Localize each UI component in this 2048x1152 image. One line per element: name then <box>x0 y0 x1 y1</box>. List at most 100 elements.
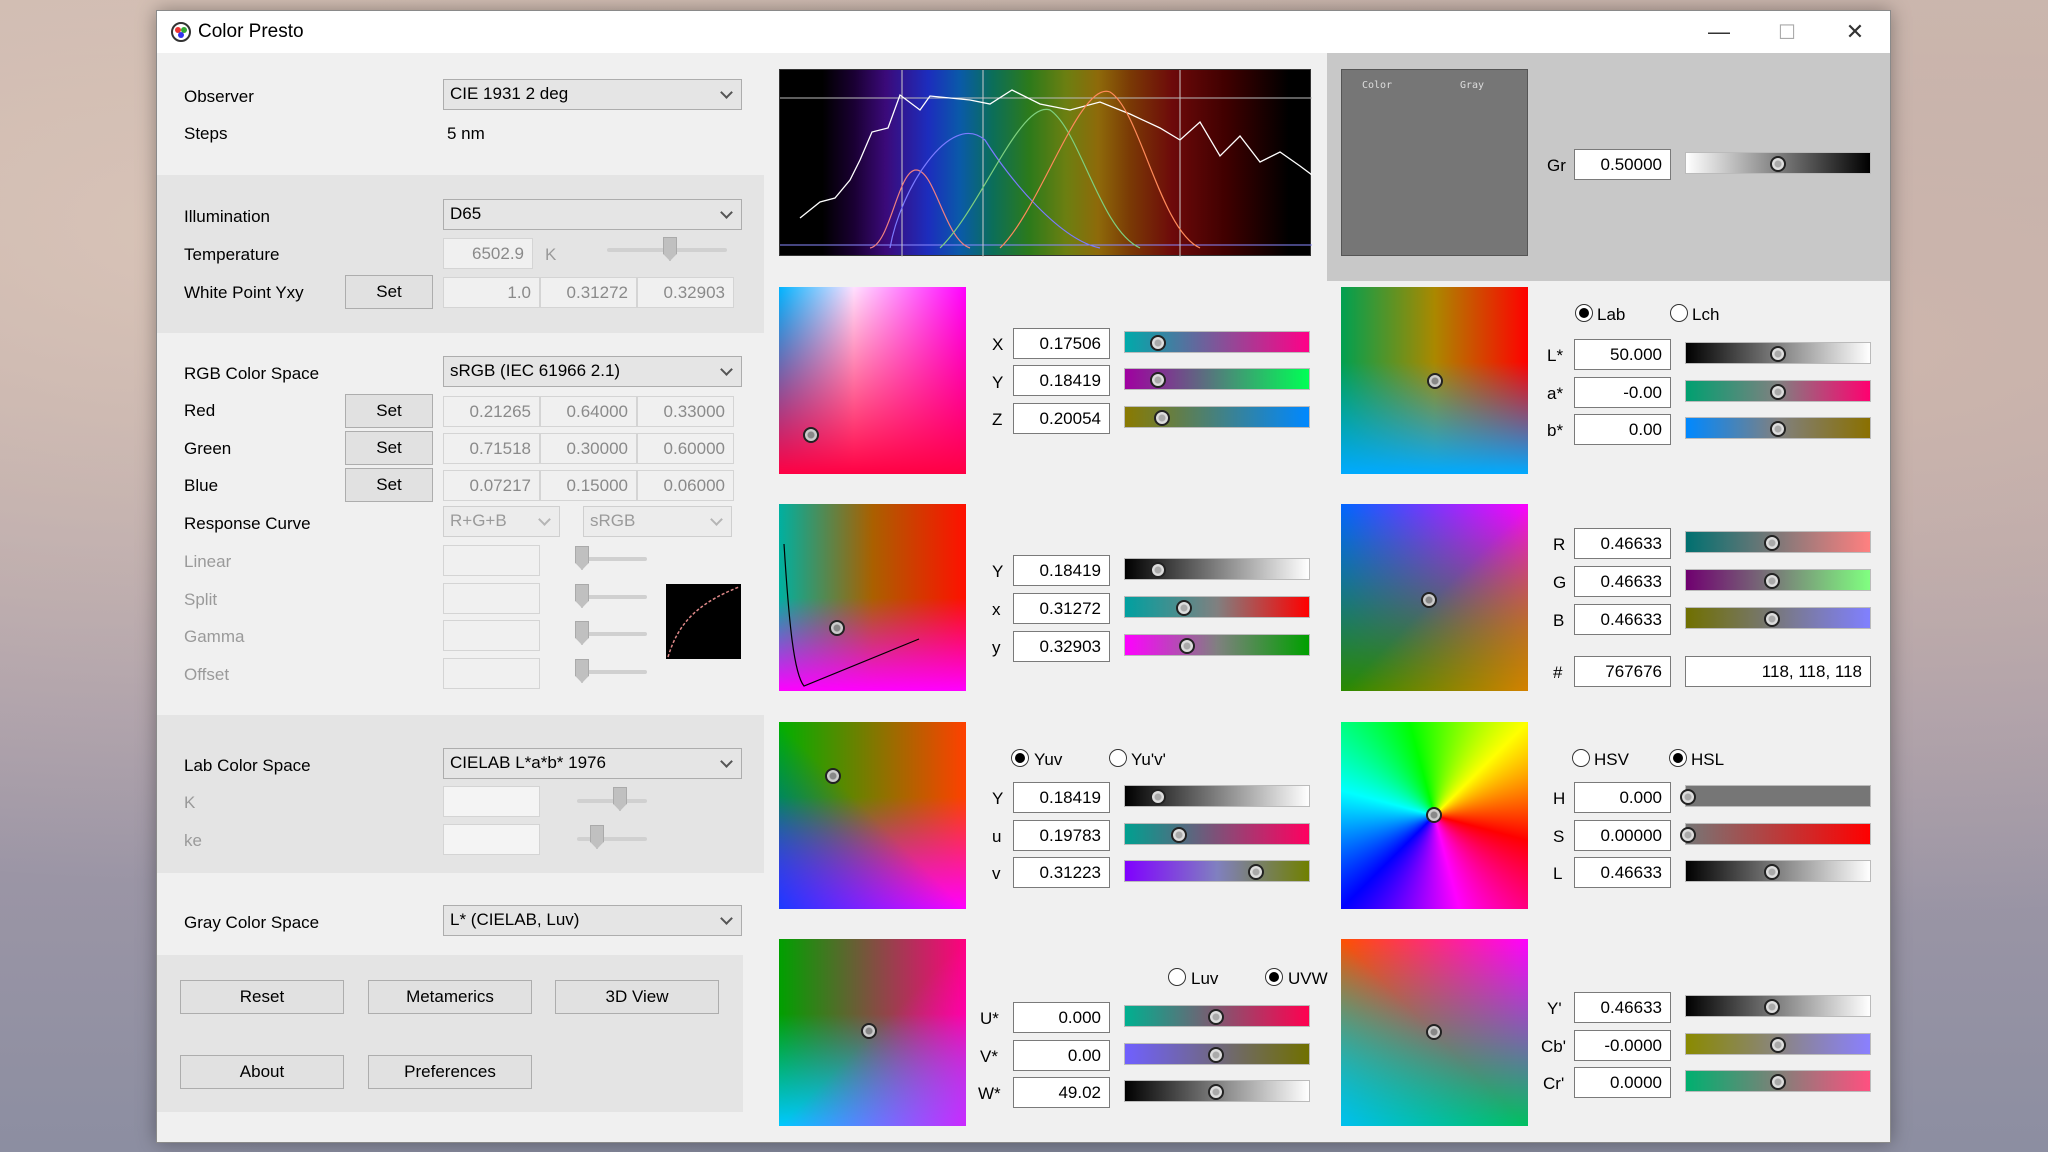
yuv-v-slider[interactable] <box>1124 860 1310 882</box>
uvw-color-plane[interactable] <box>779 939 966 1126</box>
gr-slider[interactable] <box>1685 152 1871 174</box>
yupvp-radio[interactable] <box>1109 749 1127 767</box>
hsl-color-plane[interactable] <box>1341 722 1528 909</box>
xyz-Y-knob[interactable] <box>1150 372 1166 388</box>
yuv-u-knob[interactable] <box>1171 827 1187 843</box>
linear-field[interactable] <box>443 545 540 576</box>
rgb-B-field[interactable]: 0.46633 <box>1574 604 1671 635</box>
white-point-x-field[interactable]: 0.31272 <box>540 277 637 308</box>
offset-thumb[interactable] <box>575 659 589 683</box>
lab-b-field[interactable]: 0.00 <box>1574 414 1671 445</box>
gr-field[interactable]: 0.50000 <box>1574 149 1671 180</box>
gamma-field[interactable] <box>443 620 540 651</box>
white-point-y-field[interactable]: 0.32903 <box>637 277 734 308</box>
white-point-Y-field[interactable]: 1.0 <box>443 277 540 308</box>
reset-button[interactable]: Reset <box>180 980 344 1014</box>
ycbcr-Cb-field[interactable]: -0.0000 <box>1574 1030 1671 1061</box>
rgb-G-field[interactable]: 0.46633 <box>1574 566 1671 597</box>
yuv-u-field[interactable]: 0.19783 <box>1013 820 1110 851</box>
about-button[interactable]: About <box>180 1055 344 1089</box>
hsl-H-knob[interactable] <box>1680 789 1696 805</box>
luv-radio[interactable] <box>1168 968 1186 986</box>
response-curve-select[interactable]: sRGB <box>583 506 732 537</box>
hsl-S-slider[interactable] <box>1680 823 1871 845</box>
red-x-field[interactable]: 0.64000 <box>540 396 637 427</box>
yxy-y-field[interactable]: 0.32903 <box>1013 631 1110 662</box>
ycbcr-Y-knob[interactable] <box>1764 999 1780 1015</box>
hsl-S-knob[interactable] <box>1680 827 1696 843</box>
lab-L-knob[interactable] <box>1770 346 1786 362</box>
red-set-button[interactable]: Set <box>345 394 433 428</box>
red-y-field[interactable]: 0.33000 <box>637 396 734 427</box>
lab-plane-marker[interactable] <box>1427 373 1443 389</box>
yxy-y-slider[interactable] <box>1124 634 1310 656</box>
lab-b-knob[interactable] <box>1770 421 1786 437</box>
hex-field[interactable]: 767676 <box>1574 656 1671 687</box>
gr-slider-knob[interactable] <box>1770 156 1786 172</box>
minimize-icon[interactable]: — <box>1685 11 1753 53</box>
blue-Y-field[interactable]: 0.07217 <box>443 470 540 501</box>
xyz-X-field[interactable]: 0.17506 <box>1013 328 1110 359</box>
xyz-Z-slider[interactable] <box>1124 406 1310 428</box>
ycbcr-Cb-knob[interactable] <box>1770 1037 1786 1053</box>
hsl-S-field[interactable]: 0.00000 <box>1574 820 1671 851</box>
k-slider[interactable] <box>577 799 647 803</box>
3d-view-button[interactable]: 3D View <box>555 980 719 1014</box>
k-field[interactable] <box>443 786 540 817</box>
yxy-x-knob[interactable] <box>1176 600 1192 616</box>
green-y-field[interactable]: 0.60000 <box>637 433 734 464</box>
rgb-plane-marker[interactable] <box>1421 592 1437 608</box>
xyz-plane-marker[interactable] <box>803 427 819 443</box>
observer-select[interactable]: CIE 1931 2 deg <box>443 79 742 110</box>
red-Y-field[interactable]: 0.21265 <box>443 396 540 427</box>
xyz-Z-field[interactable]: 0.20054 <box>1013 403 1110 434</box>
gamma-thumb[interactable] <box>575 621 589 645</box>
ke-slider[interactable] <box>577 837 647 841</box>
yxy-x-field[interactable]: 0.31272 <box>1013 593 1110 624</box>
yuv-plane-marker[interactable] <box>825 768 841 784</box>
xyz-X-slider[interactable] <box>1124 331 1310 353</box>
yxy-x-slider[interactable] <box>1124 596 1310 618</box>
xyz-Z-knob[interactable] <box>1154 410 1170 426</box>
temperature-field[interactable]: 6502.9 <box>443 238 533 269</box>
rgb-R-knob[interactable] <box>1764 535 1780 551</box>
illumination-select[interactable]: D65 <box>443 199 742 230</box>
yuv-color-plane[interactable] <box>779 722 966 909</box>
lab-L-field[interactable]: 50.000 <box>1574 339 1671 370</box>
hsl-H-slider[interactable] <box>1680 785 1871 807</box>
rgb-B-knob[interactable] <box>1764 611 1780 627</box>
rgb-B-slider[interactable] <box>1685 607 1871 629</box>
lab-a-knob[interactable] <box>1770 384 1786 400</box>
yxy-plane-marker[interactable] <box>829 620 845 636</box>
uvw-W-field[interactable]: 49.02 <box>1013 1077 1110 1108</box>
hsl-radio[interactable] <box>1669 749 1687 767</box>
uvw-V-knob[interactable] <box>1208 1047 1224 1063</box>
blue-x-field[interactable]: 0.15000 <box>540 470 637 501</box>
yxy-Y-field[interactable]: 0.18419 <box>1013 555 1110 586</box>
uvw-U-knob[interactable] <box>1208 1009 1224 1025</box>
lab-radio[interactable] <box>1575 304 1593 322</box>
yxy-Y-knob[interactable] <box>1150 562 1166 578</box>
green-set-button[interactable]: Set <box>345 431 433 465</box>
uvw-W-slider[interactable] <box>1124 1080 1310 1102</box>
close-icon[interactable]: ✕ <box>1821 11 1889 53</box>
uvw-V-slider[interactable] <box>1124 1043 1310 1065</box>
blue-set-button[interactable]: Set <box>345 468 433 502</box>
yuv-v-knob[interactable] <box>1248 864 1264 880</box>
uvw-radio[interactable] <box>1265 968 1283 986</box>
ycbcr-Cb-slider[interactable] <box>1685 1033 1871 1055</box>
yuv-radio[interactable] <box>1011 749 1029 767</box>
rgb-space-select[interactable]: sRGB (IEC 61966 2.1) <box>443 356 742 387</box>
uvw-plane-marker[interactable] <box>861 1023 877 1039</box>
linear-thumb[interactable] <box>575 546 589 570</box>
offset-field[interactable] <box>443 658 540 689</box>
ycbcr-plane-marker[interactable] <box>1426 1024 1442 1040</box>
lch-radio[interactable] <box>1670 304 1688 322</box>
ycbcr-Cr-knob[interactable] <box>1770 1074 1786 1090</box>
preferences-button[interactable]: Preferences <box>368 1055 532 1089</box>
yuv-Y-slider[interactable] <box>1124 785 1310 807</box>
blue-y-field[interactable]: 0.06000 <box>637 470 734 501</box>
hsl-H-field[interactable]: 0.000 <box>1574 782 1671 813</box>
lab-b-slider[interactable] <box>1685 417 1871 439</box>
yxy-y-knob[interactable] <box>1179 638 1195 654</box>
